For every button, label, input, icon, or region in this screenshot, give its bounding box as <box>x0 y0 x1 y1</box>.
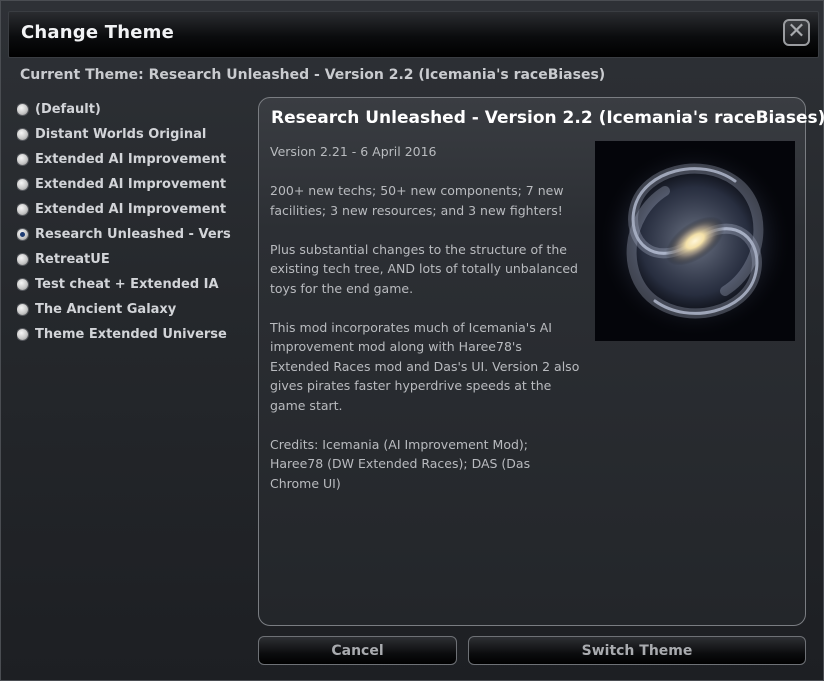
galaxy-preview-image <box>595 141 795 341</box>
radio-button[interactable] <box>17 129 28 140</box>
theme-item-retreatue[interactable]: RetreatUE <box>17 247 249 272</box>
theme-item-test-cheat[interactable]: Test cheat + Extended IA <box>17 272 249 297</box>
radio-button[interactable] <box>17 279 28 290</box>
theme-item-extended-ai-improvement-3[interactable]: Extended AI Improvement <box>17 197 249 222</box>
theme-item-label: Distant Worlds Original <box>35 127 207 142</box>
theme-item-label: RetreatUE <box>35 252 110 267</box>
radio-button[interactable] <box>17 104 28 115</box>
theme-item-label: Extended AI Improvement <box>35 202 227 217</box>
radio-button[interactable] <box>17 204 28 215</box>
radio-button[interactable] <box>17 254 28 265</box>
theme-description-paragraph: 200+ new techs; 50+ new components; 7 ne… <box>270 183 564 218</box>
theme-version: Version 2.21 - 6 April 2016 <box>270 144 437 159</box>
theme-item-label: Research Unleashed - Vers <box>35 227 231 242</box>
theme-item-label: (Default) <box>35 102 101 117</box>
close-icon: ✕ <box>787 19 806 44</box>
theme-list: (Default) Distant Worlds Original Extend… <box>17 97 249 347</box>
close-button[interactable]: ✕ <box>783 19 810 46</box>
theme-item-label: Test cheat + Extended IA <box>35 277 219 292</box>
change-theme-dialog: Change Theme ✕ Current Theme: Research U… <box>0 0 824 681</box>
switch-theme-button[interactable]: Switch Theme <box>468 636 806 665</box>
radio-button[interactable] <box>17 154 28 165</box>
theme-credits: Credits: Icemania (AI Improvement Mod); … <box>270 436 531 491</box>
cancel-button[interactable]: Cancel <box>258 636 457 665</box>
radio-button-selected[interactable] <box>17 229 28 240</box>
title-bar: Change Theme ✕ <box>8 11 819 58</box>
theme-description-paragraph: This mod incorporates much of Icemania's… <box>270 319 580 413</box>
theme-item-research-unleashed[interactable]: Research Unleashed - Vers <box>17 222 249 247</box>
theme-item-distant-worlds-original[interactable]: Distant Worlds Original <box>17 122 249 147</box>
theme-detail-panel: Research Unleashed - Version 2.2 (Iceman… <box>258 97 824 626</box>
theme-detail-title: Research Unleashed - Version 2.2 (Iceman… <box>271 108 824 128</box>
theme-item-default[interactable]: (Default) <box>17 97 249 122</box>
dialog-title: Change Theme <box>21 22 175 43</box>
radio-button[interactable] <box>17 179 28 190</box>
theme-item-extended-universe[interactable]: Theme Extended Universe <box>17 322 249 347</box>
theme-item-label: Extended AI Improvement <box>35 152 227 167</box>
galaxy-image <box>595 141 795 341</box>
theme-description: Version 2.21 - 6 April 2016 200+ new tec… <box>270 142 580 513</box>
radio-button[interactable] <box>17 304 28 315</box>
theme-description-paragraph: Plus substantial changes to the structur… <box>270 241 578 296</box>
radio-button[interactable] <box>17 329 28 340</box>
theme-item-label: Theme Extended Universe <box>35 327 227 342</box>
theme-item-ancient-galaxy[interactable]: The Ancient Galaxy <box>17 297 249 322</box>
theme-item-extended-ai-improvement-1[interactable]: Extended AI Improvement <box>17 147 249 172</box>
theme-item-extended-ai-improvement-2[interactable]: Extended AI Improvement <box>17 172 249 197</box>
theme-item-label: Extended AI Improvement <box>35 177 227 192</box>
current-theme-label: Current Theme: Research Unleashed - Vers… <box>20 67 606 83</box>
theme-item-label: The Ancient Galaxy <box>35 302 177 317</box>
